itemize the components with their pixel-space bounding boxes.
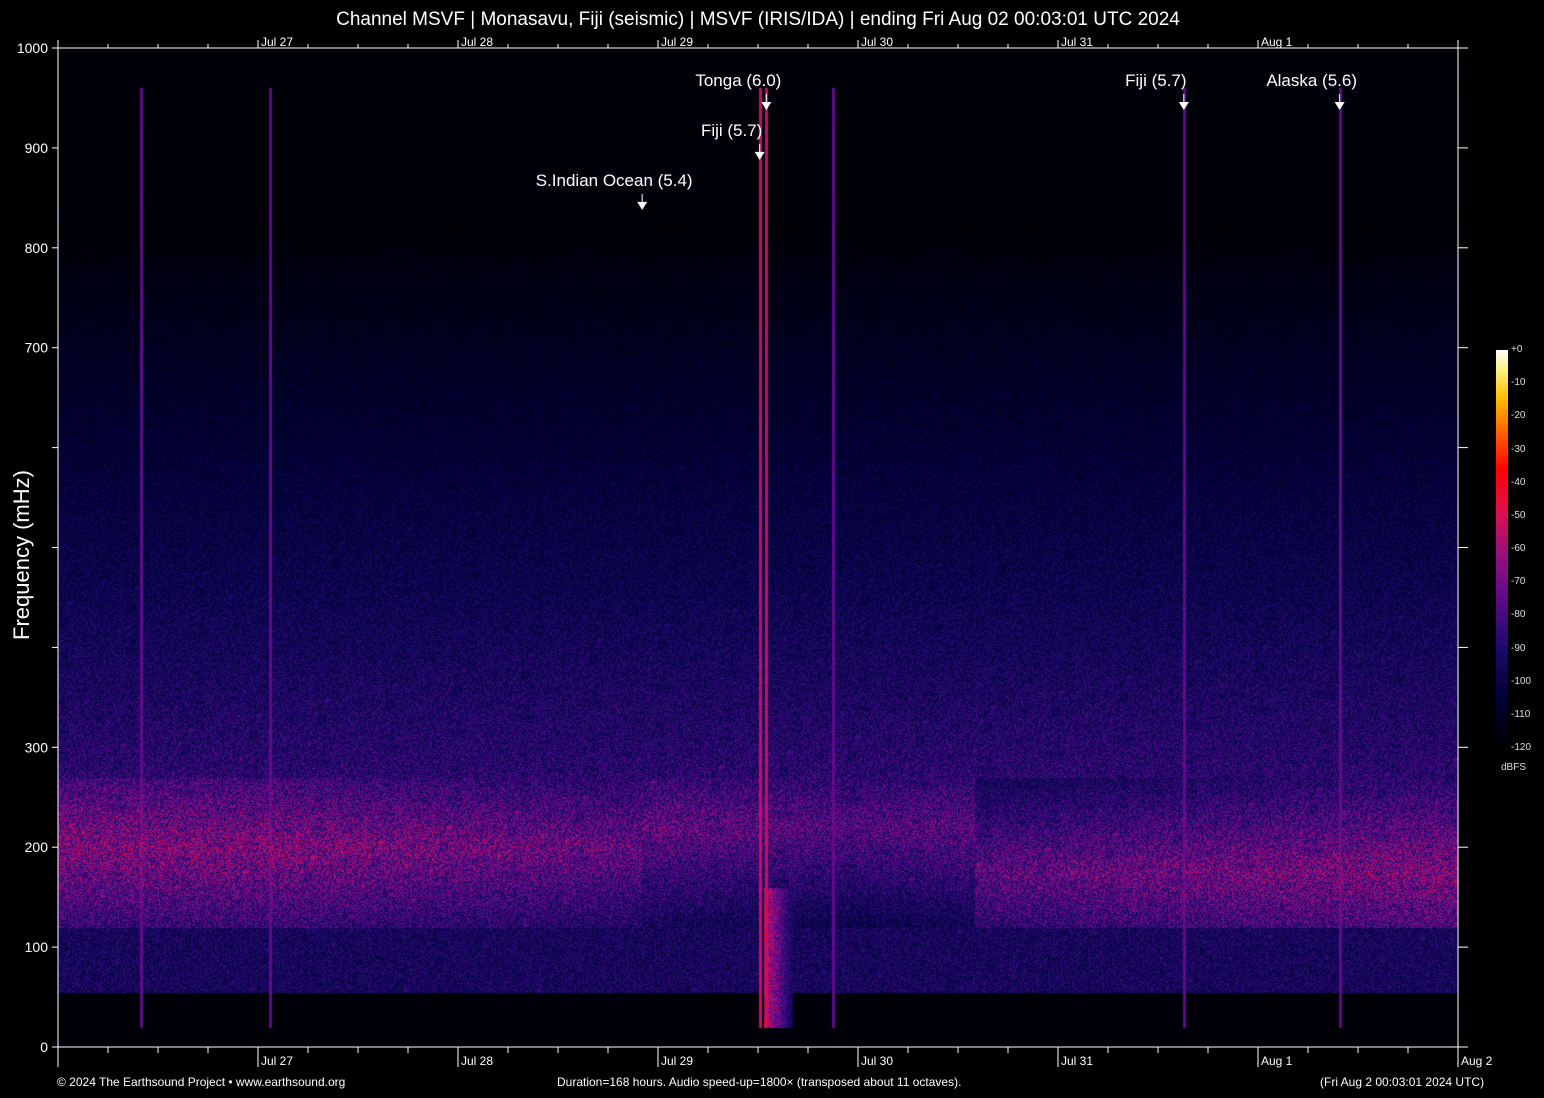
x-tick-label-top: Jul 31 xyxy=(1061,35,1093,49)
footer-copyright: © 2024 The Earthsound Project • www.eart… xyxy=(57,1075,346,1089)
event-arrow xyxy=(1178,101,1189,110)
colorbar-tick-label: -60 xyxy=(1511,543,1526,554)
colorbar-tick-label: -80 xyxy=(1511,609,1526,621)
x-tick-label: Aug 2 xyxy=(1461,1054,1493,1068)
colorbar-tick-label: -120 xyxy=(1511,742,1532,753)
colorbar-tick-label: -70 xyxy=(1511,576,1526,588)
event-arrow xyxy=(754,151,765,160)
colorbar xyxy=(1496,350,1508,748)
x-tick-label-top: Jul 30 xyxy=(861,35,893,49)
y-tick-label: 100 xyxy=(25,939,49,955)
plot-frame xyxy=(57,47,1459,1048)
colorbar-tick-label: -100 xyxy=(1511,675,1532,687)
colorbar-tick-label: -10 xyxy=(1511,377,1526,389)
footer-timestamp: (Fri Aug 2 00:03:01 2024 UTC) xyxy=(1320,1075,1485,1089)
event-arrow xyxy=(1334,101,1345,110)
x-tick-label: Jul 31 xyxy=(1061,1054,1093,1068)
x-tick-label: Jul 27 xyxy=(261,1054,293,1068)
colorbar-tick-label: -110 xyxy=(1511,708,1531,720)
x-tick-label: Jul 29 xyxy=(661,1054,693,1068)
colorbar-tick-label: -30 xyxy=(1511,443,1526,455)
y-tick-label: 300 xyxy=(25,739,49,755)
colorbar-tick-label: -20 xyxy=(1511,410,1526,422)
y-tick-label: 1000 xyxy=(17,40,48,56)
x-tick-label-top: Jul 29 xyxy=(661,35,693,49)
event-label: Alaska (5.6) xyxy=(1266,71,1357,90)
x-tick-label-top: Aug 1 xyxy=(1261,35,1293,49)
colorbar-tick-label: -90 xyxy=(1511,642,1526,654)
colorbar-tick-label: -40 xyxy=(1511,476,1526,488)
x-tick-label: Jul 30 xyxy=(861,1054,893,1068)
event-label: Fiji (5.7) xyxy=(1125,71,1186,90)
x-tick-label-top: Jul 28 xyxy=(461,35,493,49)
y-tick-label: 200 xyxy=(25,839,49,855)
y-tick-label: 700 xyxy=(25,340,49,356)
event-arrow xyxy=(637,201,648,210)
colorbar-tick-label: -50 xyxy=(1511,509,1526,521)
colorbar-tick-label: +0 xyxy=(1511,344,1523,355)
event-label: S.Indian Ocean (5.4) xyxy=(536,171,693,190)
footer-duration: Duration=168 hours. Audio speed-up=1800×… xyxy=(557,1075,962,1089)
event-label: Tonga (6.0) xyxy=(695,71,781,90)
event-arrow xyxy=(761,101,772,110)
event-label: Fiji (5.7) xyxy=(701,121,762,140)
x-tick-label: Jul 28 xyxy=(461,1054,493,1068)
chart-axes: Jul 27 Jul 27 Jul 28 Jul 28 Jul 29 Jul 29 Jul … xyxy=(17,35,1493,1068)
y-tick-label: 900 xyxy=(25,140,49,156)
colorbar-unit: dBFS xyxy=(1501,762,1527,773)
x-tick-label-top: Jul 27 xyxy=(261,35,293,49)
x-tick-label: Aug 1 xyxy=(1261,1054,1293,1068)
y-tick-label: 800 xyxy=(25,240,49,256)
y-tick-label: 0 xyxy=(40,1039,48,1055)
